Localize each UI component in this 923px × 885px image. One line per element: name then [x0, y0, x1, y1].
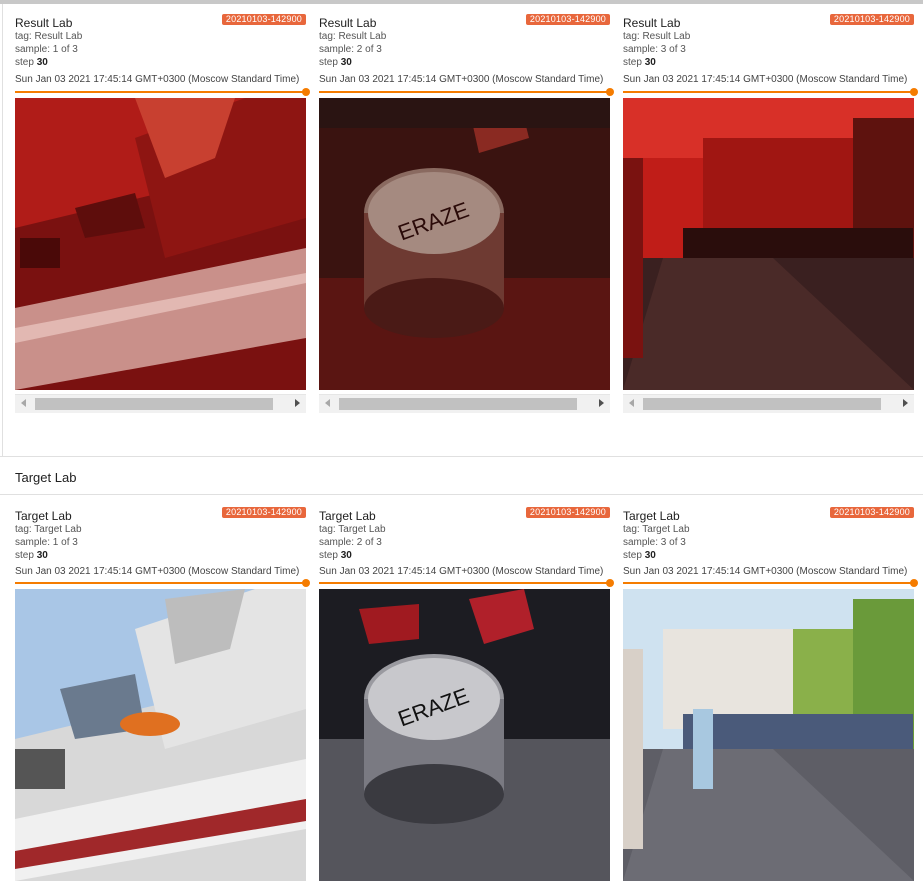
scroll-thumb[interactable]	[643, 398, 881, 410]
step-label: step 30	[623, 57, 656, 68]
target-card-2: Target Lab 20210103-142900 tag: Target L…	[319, 497, 614, 885]
step-slider[interactable]	[623, 88, 918, 96]
step-label: step 30	[15, 550, 48, 561]
slider-thumb[interactable]	[302, 88, 310, 96]
step-slider[interactable]	[623, 579, 918, 587]
step-label: step 30	[319, 550, 352, 561]
card-title: Target Lab	[15, 509, 72, 523]
step-slider[interactable]	[15, 579, 310, 587]
card-title: Target Lab	[623, 509, 680, 523]
timestamp: Sun Jan 03 2021 17:45:14 GMT+0300 (Mosco…	[319, 74, 604, 85]
sample-label: sample: 3 of 3	[623, 537, 686, 548]
scroll-left-icon[interactable]	[21, 399, 26, 407]
card-title: Target Lab	[319, 509, 376, 523]
step-slider[interactable]	[319, 88, 614, 96]
card-title: Result Lab	[15, 16, 73, 30]
scroll-thumb[interactable]	[35, 398, 273, 410]
timestamp: Sun Jan 03 2021 17:45:14 GMT+0300 (Mosco…	[623, 74, 908, 85]
step-value: 30	[36, 550, 48, 561]
slider-thumb[interactable]	[302, 579, 310, 587]
step-label: step 30	[623, 550, 656, 561]
run-badge: 20210103-142900	[525, 14, 610, 25]
slider-thumb[interactable]	[606, 579, 614, 587]
tag-label: tag: Target Lab	[15, 524, 82, 535]
step-value: 30	[340, 550, 352, 561]
scroll-right-icon[interactable]	[599, 399, 604, 407]
drum-image: ERAZE	[319, 589, 610, 881]
step-label: step 30	[15, 57, 48, 68]
scroll-thumb[interactable]	[339, 398, 577, 410]
horizontal-scrollbar[interactable]	[319, 394, 610, 413]
tag-label: tag: Target Lab	[319, 524, 386, 535]
step-value: 30	[340, 57, 352, 68]
timestamp: Sun Jan 03 2021 17:45:14 GMT+0300 (Mosco…	[15, 74, 300, 85]
sample-label: sample: 2 of 3	[319, 537, 382, 548]
sample-label: sample: 1 of 3	[15, 537, 78, 548]
run-badge: 20210103-142900	[829, 507, 914, 518]
target-card-3: Target Lab 20210103-142900 tag: Target L…	[623, 497, 918, 885]
timestamp: Sun Jan 03 2021 17:45:14 GMT+0300 (Mosco…	[623, 566, 908, 577]
target-section-title: Target Lab	[15, 470, 77, 485]
step-value: 30	[644, 57, 656, 68]
result-card-3: Result Lab 20210103-142900 tag: Result L…	[623, 4, 918, 414]
run-badge: 20210103-142900	[221, 14, 306, 25]
run-badge: 20210103-142900	[221, 507, 306, 518]
tag-label: tag: Result Lab	[319, 31, 387, 42]
sample-label: sample: 2 of 3	[319, 44, 382, 55]
ship-image-tinted	[15, 98, 306, 390]
horizontal-scrollbar[interactable]	[15, 394, 306, 413]
tag-label: tag: Result Lab	[15, 31, 83, 42]
result-card-1: Result Lab 20210103-142900 tag: Result L…	[15, 4, 310, 414]
step-label: step 30	[319, 57, 352, 68]
scroll-left-icon[interactable]	[325, 399, 330, 407]
scroll-right-icon[interactable]	[903, 399, 908, 407]
section-divider	[0, 494, 923, 495]
run-badge: 20210103-142900	[829, 14, 914, 25]
tag-label: tag: Result Lab	[623, 31, 691, 42]
slider-thumb[interactable]	[606, 88, 614, 96]
timestamp: Sun Jan 03 2021 17:45:14 GMT+0300 (Mosco…	[15, 566, 300, 577]
section-divider	[0, 456, 923, 457]
target-card-1: Target Lab 20210103-142900 tag: Target L…	[15, 497, 310, 885]
sample-label: sample: 3 of 3	[623, 44, 686, 55]
street-image-tinted	[623, 98, 914, 390]
tag-label: tag: Target Lab	[623, 524, 690, 535]
sample-label: sample: 1 of 3	[15, 44, 78, 55]
run-badge: 20210103-142900	[525, 507, 610, 518]
step-value: 30	[36, 57, 48, 68]
step-slider[interactable]	[15, 88, 310, 96]
card-title: Result Lab	[319, 16, 377, 30]
card-title: Result Lab	[623, 16, 681, 30]
step-value: 30	[644, 550, 656, 561]
scroll-left-icon[interactable]	[629, 399, 634, 407]
timestamp: Sun Jan 03 2021 17:45:14 GMT+0300 (Mosco…	[319, 566, 604, 577]
result-card-2: Result Lab 20210103-142900 tag: Result L…	[319, 4, 614, 414]
drum-image-tinted: ERAZE	[319, 98, 610, 390]
step-slider[interactable]	[319, 579, 614, 587]
slider-thumb[interactable]	[910, 88, 918, 96]
ship-image	[15, 589, 306, 881]
street-image	[623, 589, 914, 881]
horizontal-scrollbar[interactable]	[623, 394, 914, 413]
slider-thumb[interactable]	[910, 579, 918, 587]
scroll-right-icon[interactable]	[295, 399, 300, 407]
